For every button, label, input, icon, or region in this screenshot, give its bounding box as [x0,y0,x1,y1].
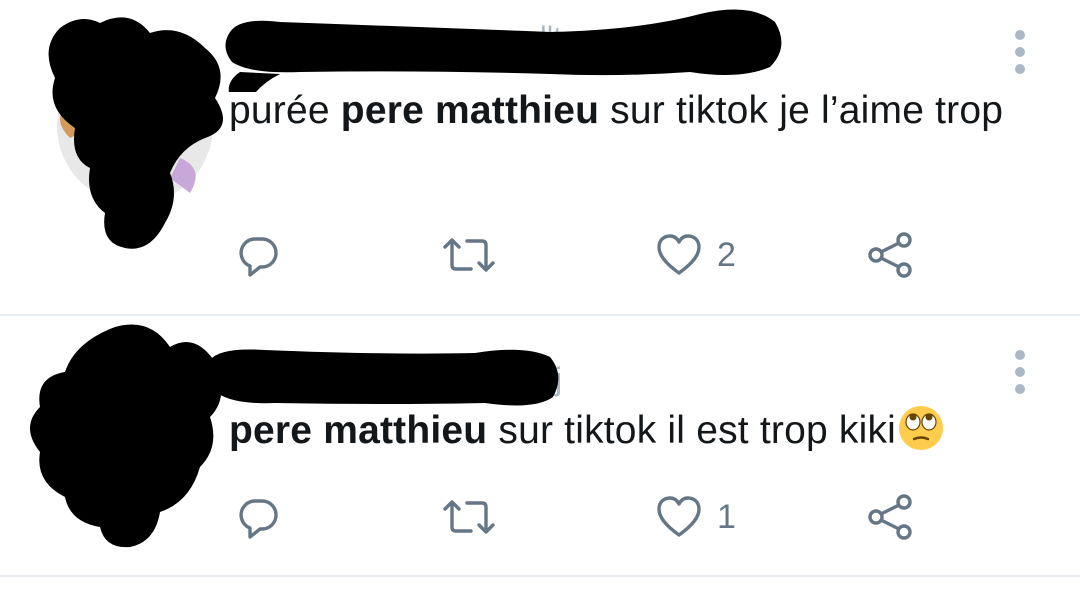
more-options-icon[interactable] [1010,30,1030,80]
retweet-icon [443,500,495,534]
retweet-button[interactable] [441,487,497,547]
retweet-button[interactable] [441,225,497,285]
avatar-redacted[interactable] [30,8,240,258]
share-icon [868,494,912,540]
tweet-text: pere matthieu sur tiktok il est trop kik… [229,401,1029,460]
username-redacted[interactable]: llt [220,2,790,92]
share-button[interactable] [866,487,916,547]
divider [0,314,1080,316]
like-button[interactable]: 1 [655,487,736,547]
divider [0,575,1080,577]
share-icon [868,232,912,278]
tweet-card[interactable]: llt purée pere matthieu sur tiktok je l’… [0,0,1080,316]
reply-button[interactable] [234,225,282,285]
retweet-icon [443,238,495,272]
reply-button[interactable] [234,487,282,547]
heart-icon [657,496,701,537]
tweet-text: purée pere matthieu sur tiktok je l’aime… [229,89,1004,132]
like-count: 1 [717,498,736,536]
more-options-icon[interactable] [1010,350,1030,400]
tweet-actions: 2 [0,225,1080,285]
tweet-actions: 1 [0,487,1080,547]
like-button[interactable]: 2 [655,225,736,285]
tweet-feed: llt purée pere matthieu sur tiktok je l’… [0,0,1080,591]
reply-icon [239,237,278,277]
face-with-rolling-eyes-icon [899,406,944,450]
reply-icon [239,499,278,539]
like-count: 2 [717,236,736,274]
tweet-card[interactable]: j pere matthieu sur tiktok il est trop k… [0,317,1080,575]
share-button[interactable] [866,225,916,285]
heart-icon [657,234,701,275]
